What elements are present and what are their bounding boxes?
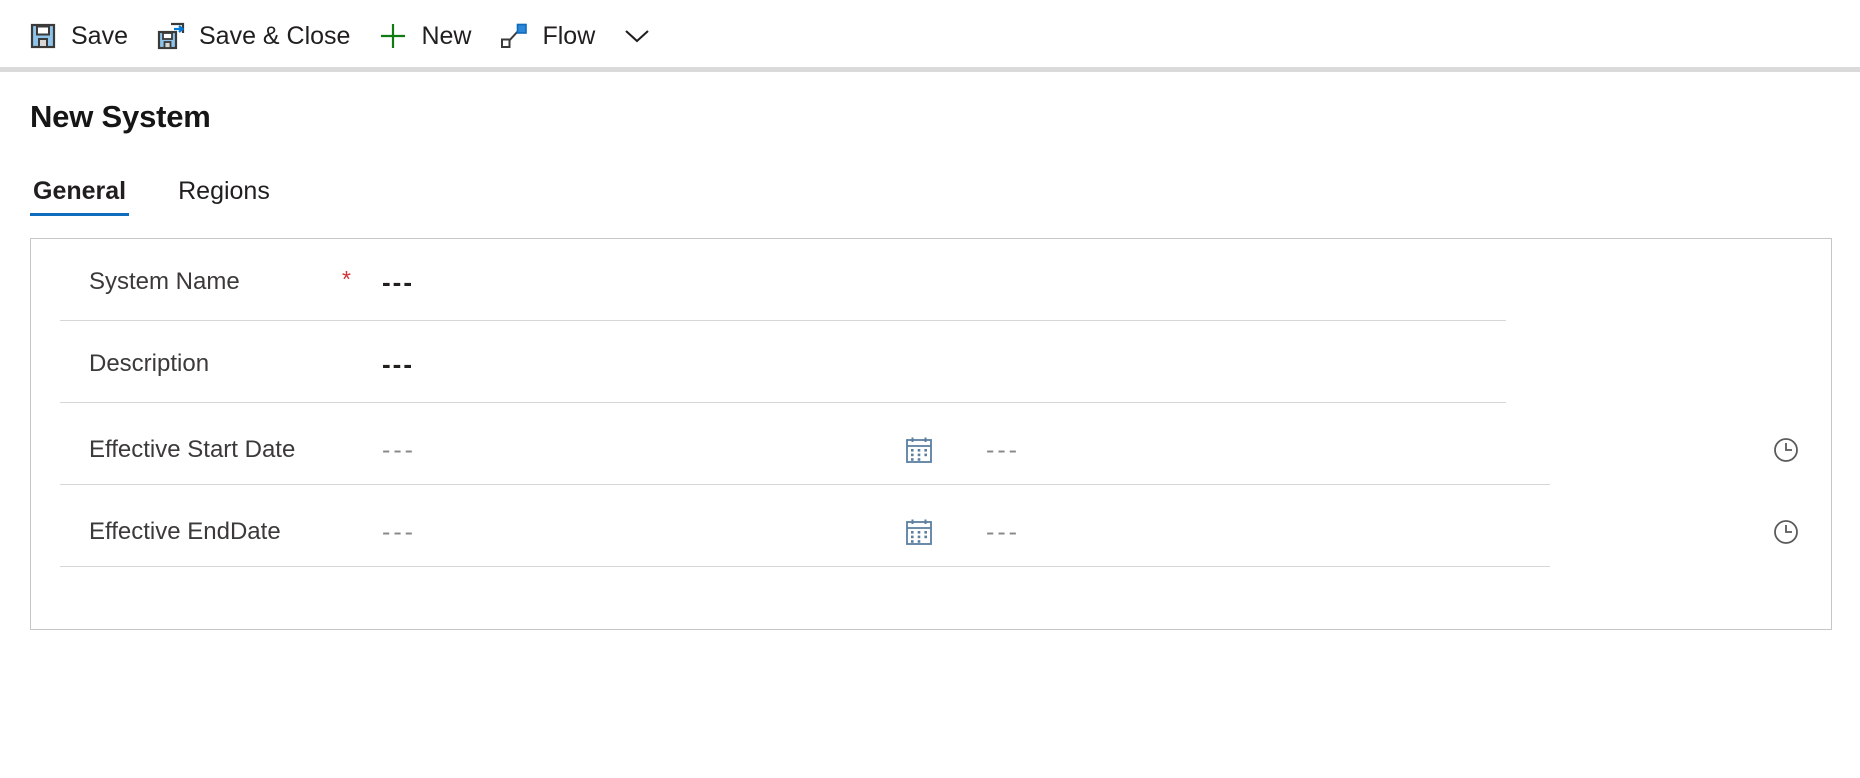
description-value[interactable]: --- [382,351,414,377]
new-button-label: New [421,21,472,50]
field-row-effective-end-date: Effective EndDate --- --- [31,485,1831,567]
overflow-menu-button[interactable] [615,8,659,64]
flow-button-label: Flow [542,21,596,50]
command-bar: Save Save & Close New Flow [0,0,1860,72]
tab-general-label: General [33,177,127,205]
effective-start-date-value[interactable]: --- [382,436,416,464]
tab-regions[interactable]: Regions [175,179,273,216]
clock-icon[interactable] [1769,515,1803,549]
calendar-icon[interactable] [902,515,936,549]
tab-general[interactable]: General [30,177,130,216]
save-and-close-button-label: Save & Close [198,21,351,50]
effective-end-date-value-slot: --- [382,518,902,546]
system-name-label: System Name [89,268,240,295]
flow-icon [499,21,529,51]
page-body: New System General Regions System Name *… [0,99,1860,630]
system-name-value[interactable]: --- [382,269,414,295]
effective-end-time-value-slot: --- [986,518,1509,546]
effective-end-time-value[interactable]: --- [986,518,1020,546]
field-row-system-name: System Name * --- [31,239,1831,321]
effective-end-date-label: Effective EndDate [89,518,281,545]
effective-start-time-value-slot: --- [986,436,1509,464]
effective-start-date-value-slot: --- [382,436,902,464]
calendar-icon[interactable] [902,433,936,467]
field-row-effective-start-date: Effective Start Date --- --- [31,403,1831,485]
effective-start-date-label: Effective Start Date [89,436,296,463]
chevron-down-icon [623,27,651,45]
save-and-close-button[interactable]: Save & Close [142,8,364,64]
flow-button[interactable]: Flow [485,8,609,64]
clock-icon[interactable] [1769,433,1803,467]
tab-regions-label: Regions [178,177,270,205]
field-row-description: Description --- [31,321,1831,403]
save-button-label: Save [71,21,128,50]
save-floppy-icon [28,21,58,51]
save-and-close-icon [156,21,186,51]
save-button[interactable]: Save [14,8,142,64]
plus-icon [378,21,408,51]
effective-end-date-value[interactable]: --- [382,518,416,546]
effective-start-time-value[interactable]: --- [986,436,1020,464]
description-label: Description [89,350,210,377]
tab-strip: General Regions [30,166,1860,216]
general-tab-form-card: System Name * --- Description --- Effect… [30,238,1832,630]
page-title: New System [30,99,211,134]
new-button[interactable]: New [364,8,485,64]
system-name-required-marker: * [342,265,351,292]
